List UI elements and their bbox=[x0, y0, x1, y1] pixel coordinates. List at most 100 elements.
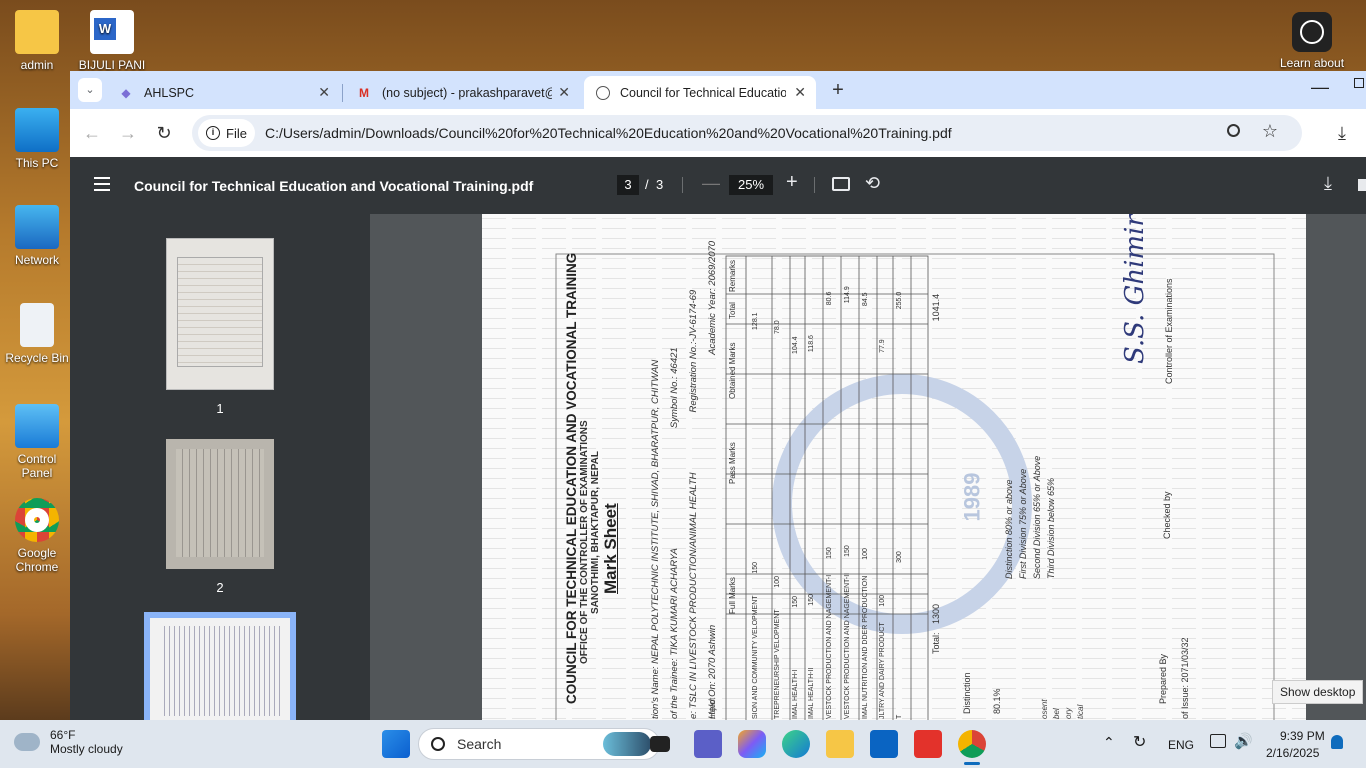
desktop-icon-google-chrome[interactable]: Google Chrome bbox=[1, 498, 73, 574]
tab-divider bbox=[342, 84, 343, 102]
wps-office-icon[interactable] bbox=[914, 730, 942, 758]
page-thumbnail-1[interactable] bbox=[166, 238, 274, 390]
pdf-page-3: COUNCIL FOR TECHNICAL EDUCATION AND VOCA… bbox=[482, 214, 1306, 720]
pdf-download-icon[interactable]: ⤓ bbox=[1324, 173, 1332, 194]
zoom-out-icon[interactable]: — bbox=[702, 173, 720, 194]
task-view-icon[interactable] bbox=[650, 736, 670, 752]
subject-row: JLTRY AND DAIRY PRODUCT 100 77.9 bbox=[879, 339, 886, 719]
desktop-icon-label: Recycle Bin bbox=[5, 351, 69, 365]
search-placeholder: Search bbox=[457, 736, 502, 752]
subject-row: IMAL HEALTH-I 150 104.4 bbox=[792, 336, 799, 719]
volume-icon[interactable]: 🔊 bbox=[1234, 732, 1253, 750]
left-fragments-4: ory bbox=[1064, 707, 1073, 719]
zoom-input[interactable]: 25% bbox=[729, 175, 773, 195]
desktop-icon-label: Learn about bbox=[1279, 56, 1345, 70]
copilot-icon[interactable] bbox=[738, 730, 766, 758]
outlook-icon[interactable] bbox=[870, 730, 898, 758]
subject-row: TREPRENEURSHIP VELOPMENT 100 78.0 bbox=[774, 320, 781, 719]
language-indicator[interactable]: ENG bbox=[1168, 738, 1194, 752]
sync-icon[interactable]: ↻ bbox=[1133, 732, 1146, 752]
bookmark-star-icon[interactable]: ☆ bbox=[1262, 121, 1278, 142]
controller-signature: S.S. Ghimire bbox=[1120, 214, 1150, 364]
tab-label: AHLSPC bbox=[144, 85, 195, 100]
taskbar-search[interactable]: Search bbox=[418, 728, 660, 760]
zoom-in-icon[interactable]: + bbox=[786, 171, 798, 194]
page-number-input[interactable]: 3 bbox=[617, 175, 639, 195]
pdf-toolbar: Council for Technical Education and Voca… bbox=[70, 157, 1366, 214]
office-name: OFFICE OF THE CONTROLLER OF EXAMINATIONS bbox=[579, 420, 590, 664]
weather-temp: 66°F bbox=[50, 728, 76, 742]
page-separator: / bbox=[645, 177, 649, 192]
clock-date[interactable]: 2/16/2025 bbox=[1266, 746, 1319, 760]
desktop-icon-network[interactable]: Network bbox=[1, 205, 73, 267]
left-fragments-3: bel bbox=[1052, 708, 1061, 719]
zoom-lens-icon[interactable] bbox=[1227, 124, 1240, 137]
chrome-window: ⌄ ◆ AHLSPC ✕ M (no subject) - prakashpar… bbox=[70, 71, 1366, 720]
subject-row: VESTOCK PRODUCTION AND NAGEMENT-I 150 80… bbox=[826, 291, 833, 719]
maximize-button[interactable] bbox=[1354, 78, 1364, 88]
desktop-icon-admin[interactable]: admin bbox=[1, 10, 73, 72]
site-info-chip[interactable]: i File bbox=[198, 119, 255, 147]
header-total: Total bbox=[728, 302, 737, 319]
minimize-button[interactable]: — bbox=[1308, 75, 1332, 99]
subject-row: T 300 255.0 bbox=[896, 291, 903, 719]
download-icon[interactable]: ⤓ bbox=[1330, 121, 1354, 145]
tab-ahlspc[interactable]: ◆ AHLSPC ✕ bbox=[106, 76, 340, 109]
search-icon bbox=[431, 737, 445, 751]
tab-search-button[interactable]: ⌄ bbox=[78, 78, 102, 102]
forward-arrow-icon[interactable]: → bbox=[116, 121, 140, 145]
desktop-icon-label: Network bbox=[14, 253, 59, 267]
edge-icon[interactable] bbox=[782, 730, 810, 758]
header-pass-marks: Pass Marks bbox=[728, 442, 737, 484]
sheet-title: Mark Sheet bbox=[601, 503, 620, 594]
taskbar: 66°F Mostly cloudy Search ⌃ ↻ ENG 🔊 9:39… bbox=[0, 720, 1366, 768]
left-fragments-5: tical bbox=[1076, 704, 1085, 719]
start-windows-icon[interactable] bbox=[382, 730, 410, 758]
print-icon[interactable] bbox=[1358, 179, 1366, 191]
symbol-line: Symbol No.: 46421 bbox=[669, 347, 680, 429]
page-thumbnail-2[interactable] bbox=[166, 439, 274, 569]
reload-icon[interactable]: ↻ bbox=[152, 121, 176, 145]
file-explorer-icon[interactable] bbox=[826, 730, 854, 758]
fit-page-icon[interactable] bbox=[832, 177, 850, 191]
left-fragments-2: osent bbox=[1040, 699, 1049, 719]
desktop-icon-this-pc[interactable]: This PC bbox=[1, 108, 73, 170]
new-tab-button[interactable]: + bbox=[826, 78, 850, 102]
desktop-icon-label: This PC bbox=[15, 156, 59, 170]
office-address: SANOTHIMI, BHAKTAPUR, NEPAL bbox=[590, 451, 601, 614]
tab-gmail[interactable]: M (no subject) - prakashparavet@ ✕ bbox=[344, 76, 580, 109]
chevron-up-icon[interactable]: ⌃ bbox=[1103, 734, 1115, 751]
close-icon[interactable]: ✕ bbox=[558, 84, 570, 101]
academic-line: Academic Year: 2069/2070 bbox=[707, 240, 718, 355]
weather-widget[interactable]: 66°F Mostly cloudy bbox=[14, 728, 123, 756]
stamp-year: 1989 bbox=[959, 472, 985, 522]
desktop-icon-recycle-bin[interactable]: Recycle Bin bbox=[1, 303, 73, 365]
back-arrow-icon[interactable]: ← bbox=[80, 121, 104, 145]
desktop-icon-label: admin bbox=[20, 58, 54, 72]
tab-council-pdf[interactable]: Council for Technical Education ✕ bbox=[584, 76, 816, 109]
program-line: e: TSLC IN LIVESTOCK PRODUCTION/ANIMAL H… bbox=[688, 472, 699, 719]
address-bar[interactable]: i File C:/Users/admin/Downloads/Council%… bbox=[192, 115, 1302, 151]
chrome-taskbar-icon[interactable] bbox=[958, 730, 986, 758]
close-icon[interactable]: ✕ bbox=[794, 84, 806, 101]
network-tray-icon[interactable] bbox=[1210, 734, 1226, 748]
notification-bell-icon[interactable] bbox=[1331, 735, 1343, 749]
desktop-icon-control-panel[interactable]: Control Panel bbox=[1, 404, 73, 480]
desktop-icon-bijuli-pani[interactable]: W BIJULI PANI bbox=[76, 10, 148, 72]
recycle-bin-icon bbox=[20, 303, 54, 347]
desktop-icon-learn-about[interactable]: Learn about bbox=[1276, 12, 1348, 70]
word-document-icon: W bbox=[90, 10, 134, 54]
page-thumbnail-3-selected[interactable] bbox=[144, 612, 296, 720]
teams-icon[interactable] bbox=[694, 730, 722, 758]
header-remarks: Remarks bbox=[728, 259, 737, 292]
subject-row: IMAL NUTRITION AND DDER PRODUCTION 100 8… bbox=[862, 292, 869, 719]
clock-time[interactable]: 9:39 PM bbox=[1280, 729, 1325, 743]
active-app-indicator bbox=[964, 762, 980, 765]
distinction-label: Distinction bbox=[962, 672, 972, 714]
menu-icon[interactable] bbox=[94, 177, 110, 195]
grand-total-row: Total: 1300 1041.4 bbox=[931, 293, 941, 654]
info-icon: i bbox=[206, 126, 220, 140]
learn-about-icon bbox=[1292, 12, 1332, 52]
rotate-icon[interactable]: ⟲ bbox=[865, 173, 880, 194]
close-icon[interactable]: ✕ bbox=[318, 84, 330, 101]
